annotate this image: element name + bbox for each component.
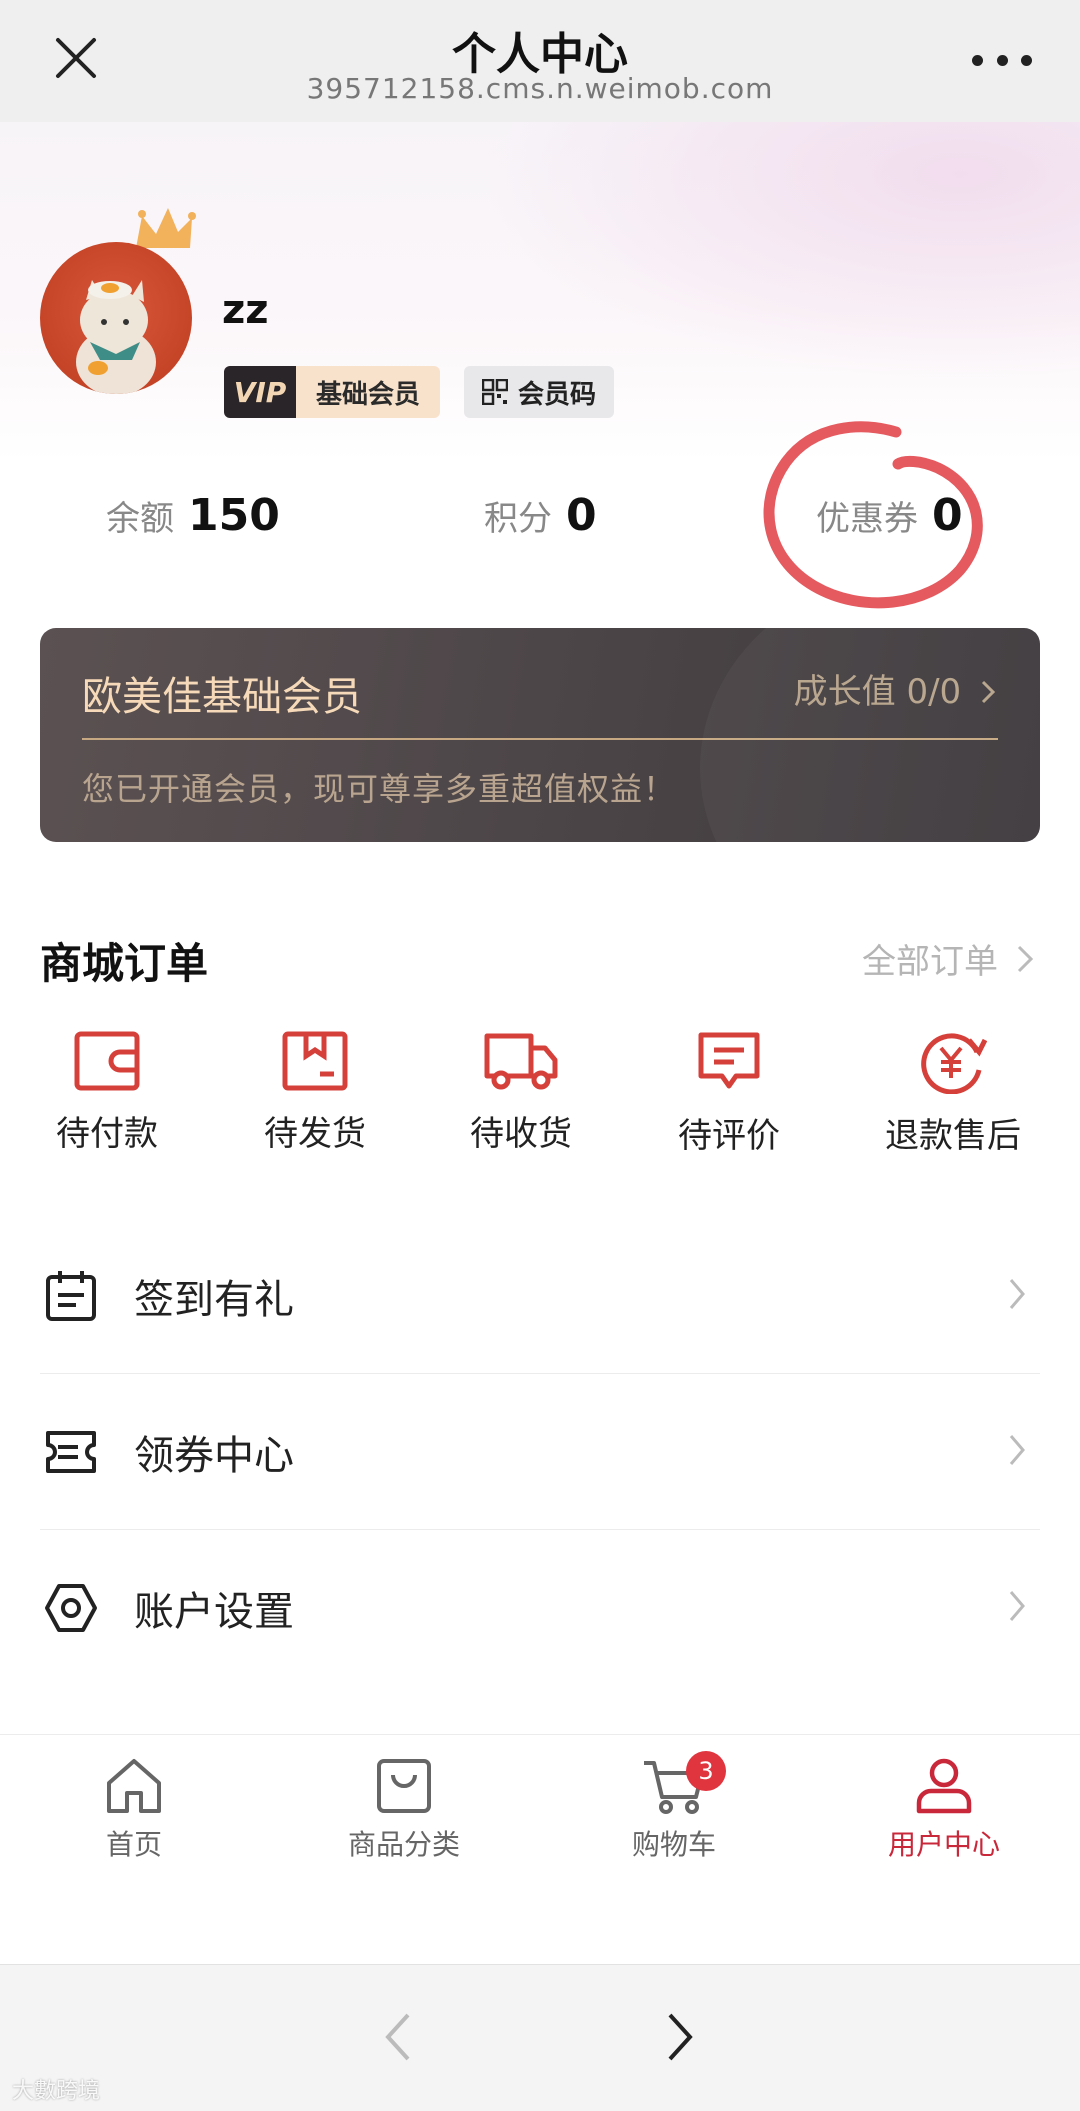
all-orders-label: 全部订单 xyxy=(862,942,998,982)
order-pending-shipment[interactable]: 待发货 xyxy=(230,1030,400,1155)
balance-label: 余额 xyxy=(106,499,174,539)
vip-level-label: 基础会员 xyxy=(296,366,441,418)
points-stat[interactable]: 积分 0 xyxy=(484,490,597,541)
orders-section-title: 商城订单 xyxy=(40,939,209,988)
comment-icon xyxy=(698,1032,760,1089)
chevron-right-icon xyxy=(1017,945,1034,972)
menu-item-account-settings[interactable]: 账户设置 xyxy=(40,1530,1040,1685)
menu-item-coupon-center[interactable]: 领券中心 xyxy=(40,1374,1040,1529)
page-url: 395712158.cms.n.weimob.com xyxy=(306,72,774,105)
home-icon xyxy=(107,1759,161,1813)
package-icon xyxy=(282,1031,348,1091)
growth-value-link[interactable]: 成长值 0/0 xyxy=(794,664,996,713)
member-card-description: 您已开通会员，现可尊享多重超值权益！ xyxy=(82,770,677,808)
forward-arrow-icon[interactable] xyxy=(660,2009,700,2065)
order-pending-review[interactable]: 待评价 xyxy=(644,1030,814,1157)
order-item-label: 退款售后 xyxy=(885,1116,1021,1156)
cat-avatar-illustration xyxy=(76,280,156,394)
calendar-icon xyxy=(46,1270,96,1321)
growth-value: 成长值 0/0 xyxy=(793,672,962,712)
browser-toolbar: 大數跨境 xyxy=(0,1964,1080,2111)
wallet-icon xyxy=(74,1031,140,1091)
vip-mark: VIP xyxy=(224,366,296,418)
order-refund[interactable]: 退款售后 xyxy=(868,1030,1038,1157)
account-stats: 余额 150 积分 0 优惠券 0 xyxy=(0,490,1080,570)
member-card[interactable]: 欧美佳基础会员 成长值 0/0 您已开通会员，现可尊享多重超值权益！ xyxy=(40,628,1040,842)
user-icon xyxy=(916,1758,972,1814)
vip-level-badge[interactable]: VIP 基础会员 xyxy=(224,366,441,418)
bottom-tab-bar: 首页 商品分类 3 购物车 用户中心 xyxy=(0,1734,1080,1964)
ticket-icon xyxy=(46,1430,96,1473)
watermark: 大數跨境 xyxy=(12,2079,101,2104)
order-status-list: 待付款 待发货 待收货 待评价 退款售后 xyxy=(0,1030,1080,1170)
all-orders-link[interactable]: 全部订单 xyxy=(862,934,1034,983)
more-dots-icon[interactable] xyxy=(972,52,1032,68)
chevron-right-icon xyxy=(1009,1279,1025,1309)
order-pending-receipt[interactable]: 待收货 xyxy=(436,1030,606,1155)
avatar[interactable] xyxy=(40,242,192,394)
order-pending-payment[interactable]: 待付款 xyxy=(22,1030,192,1155)
tab-label: 商品分类 xyxy=(347,1828,460,1861)
tab-label: 购物车 xyxy=(631,1828,716,1861)
member-code-label: 会员码 xyxy=(518,379,597,410)
username: zz xyxy=(222,287,269,333)
tab-categories[interactable]: 商品分类 xyxy=(304,1755,504,1863)
avatar-wrapper[interactable] xyxy=(40,208,196,394)
member-card-title: 欧美佳基础会员 xyxy=(82,674,362,720)
member-code-button[interactable]: 会员码 xyxy=(464,366,615,418)
tab-label: 用户中心 xyxy=(887,1828,1000,1861)
settings-icon xyxy=(45,1583,97,1632)
menu-item-label: 领券中心 xyxy=(134,1432,294,1479)
order-item-label: 待付款 xyxy=(56,1114,158,1154)
truck-icon xyxy=(484,1033,558,1090)
chevron-right-icon xyxy=(1009,1435,1025,1465)
order-item-label: 待评价 xyxy=(678,1116,780,1156)
balance-value: 150 xyxy=(188,490,280,541)
order-item-label: 待发货 xyxy=(264,1114,366,1154)
menu-item-label: 签到有礼 xyxy=(134,1276,294,1323)
menu-item-checkin[interactable]: 签到有礼 xyxy=(40,1218,1040,1373)
tab-label: 首页 xyxy=(105,1828,162,1861)
chevron-right-icon xyxy=(1009,1591,1025,1621)
tab-user-center[interactable]: 用户中心 xyxy=(844,1755,1044,1863)
tab-home[interactable]: 首页 xyxy=(34,1755,234,1863)
refund-icon xyxy=(921,1033,987,1094)
points-value: 0 xyxy=(566,490,597,541)
coupons-stat[interactable]: 优惠券 0 xyxy=(816,490,963,541)
chevron-right-icon xyxy=(981,680,996,704)
cart-count-badge: 3 xyxy=(686,1751,726,1791)
qr-code-icon xyxy=(482,379,508,405)
bag-icon xyxy=(377,1759,431,1813)
tab-cart[interactable]: 3 购物车 xyxy=(574,1751,774,1863)
balance-stat[interactable]: 余额 150 xyxy=(106,490,280,541)
points-label: 积分 xyxy=(484,499,552,539)
coupons-label: 优惠券 xyxy=(816,499,918,539)
top-navbar: 个人中心 395712158.cms.n.weimob.com xyxy=(0,0,1080,122)
back-arrow-icon[interactable] xyxy=(378,2009,418,2065)
member-card-divider xyxy=(82,738,998,740)
coupons-value: 0 xyxy=(932,490,963,541)
order-item-label: 待收货 xyxy=(470,1114,572,1154)
profile-header: zz VIP 基础会员 会员码 xyxy=(0,122,1080,462)
menu-item-label: 账户设置 xyxy=(134,1588,294,1635)
